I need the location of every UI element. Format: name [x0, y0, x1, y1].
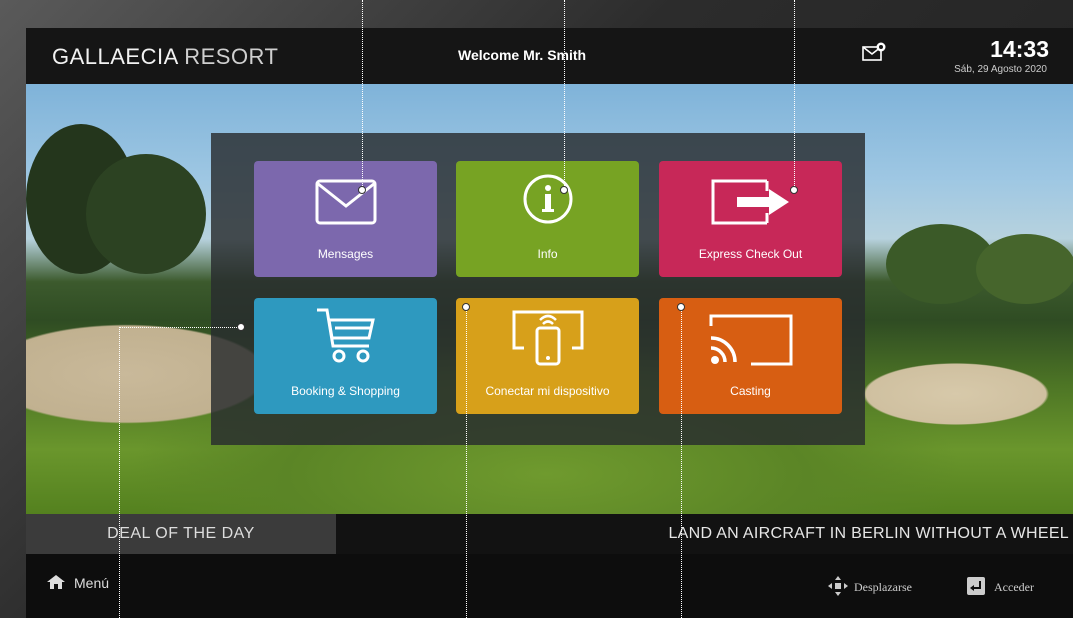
clock-time: 14:33 [990, 36, 1049, 62]
tile-conectar-dispositivo[interactable]: Conectar mi dispositivo [456, 298, 639, 414]
notification-mail-icon[interactable] [862, 42, 886, 64]
exit-icon [711, 179, 789, 225]
callout-line [794, 0, 795, 190]
callout-line [681, 307, 682, 618]
callout-line [119, 327, 241, 328]
tile-label: Express Check Out [698, 247, 803, 261]
callout-dot [677, 303, 685, 311]
tv-screen: GALLAECIA RESORT Welcome Mr. Smith 14:33… [26, 28, 1073, 618]
callout-dot [560, 186, 568, 194]
callout-line [362, 0, 363, 190]
callout-dot [790, 186, 798, 194]
callout-dot [237, 323, 245, 331]
brand-sub: RESORT [184, 44, 279, 69]
menu-panel: Mensages Info Express Check Out Booking … [211, 133, 865, 445]
tile-info[interactable]: Info [456, 161, 639, 277]
home-icon [47, 575, 65, 589]
menu-button[interactable]: Menú [46, 574, 109, 591]
info-icon [523, 174, 572, 224]
callout-dot [358, 186, 366, 194]
cast-icon [709, 314, 792, 366]
callout-line [466, 307, 467, 618]
tile-express-check-out[interactable]: Express Check Out [659, 161, 842, 277]
tree-right-2 [976, 234, 1073, 304]
callout-dot [462, 303, 470, 311]
menu-label: Menú [74, 575, 110, 591]
top-bar: GALLAECIA RESORT Welcome Mr. Smith 14:33… [26, 28, 1073, 84]
envelope-icon [315, 179, 376, 225]
tile-label: Conectar mi dispositivo [485, 384, 610, 398]
enter-key-icon [967, 577, 985, 595]
tile-mensages[interactable]: Mensages [254, 161, 437, 277]
callout-line [119, 327, 120, 618]
dpad-icon [828, 576, 848, 596]
brand-main: GALLAECIA [52, 44, 178, 69]
news-ticker: DEAL OF THE DAY LAND AN AIRCRAFT IN BERL… [26, 514, 1073, 554]
tile-booking-shopping[interactable]: Booking & Shopping [254, 298, 437, 414]
bottom-bar: Menú Desplazarse Acceder [26, 554, 1073, 618]
move-hint: Desplazarse [828, 576, 912, 596]
tile-label: Info [537, 247, 558, 261]
welcome-message: Welcome Mr. Smith [458, 47, 587, 63]
enter-label: Acceder [994, 580, 1034, 594]
move-label: Desplazarse [854, 580, 912, 594]
tree-left-2 [86, 154, 206, 274]
deal-of-the-day-label: DEAL OF THE DAY [26, 514, 336, 554]
tile-label: Mensages [317, 247, 374, 261]
tile-label: Casting [730, 384, 771, 398]
ticker-text: LAND AN AIRCRAFT IN BERLIN WITHOUT A WHE… [668, 525, 1069, 542]
phone-wifi-icon [512, 310, 583, 366]
tile-label: Booking & Shopping [291, 384, 400, 398]
brand-logo: GALLAECIA RESORT [52, 44, 278, 70]
callout-line [564, 0, 565, 190]
cart-icon [316, 308, 375, 363]
tile-casting[interactable]: Casting [659, 298, 842, 414]
enter-hint: Acceder [966, 576, 1034, 596]
clock-date: Sáb, 29 Agosto 2020 [954, 64, 1047, 75]
